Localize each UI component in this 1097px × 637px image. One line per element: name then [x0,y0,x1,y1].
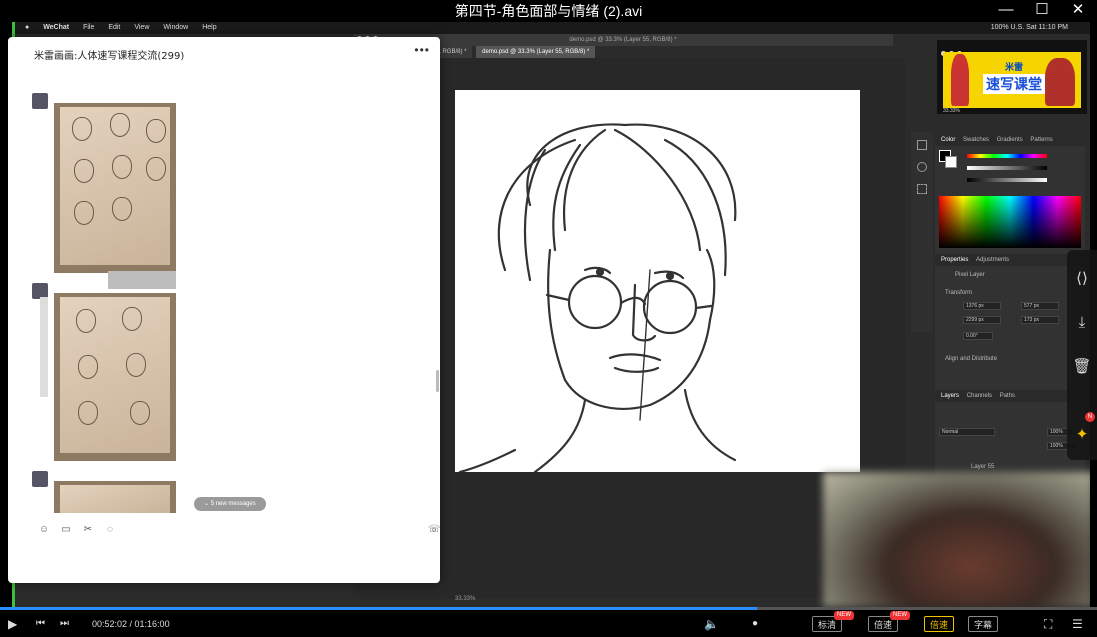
chevron-down-icon: ⌄ [204,501,211,507]
scroll-strip [40,297,48,397]
maximize-button[interactable]: ☐ [1024,0,1060,22]
thumb-title: 米雷 [1004,63,1023,73]
close-button[interactable]: ✕ [1060,0,1096,22]
floating-sidebar: ⟨⟩ ⤓ 🗑 ✦ N [1067,250,1097,460]
color-panel-tabs: Color Swatches Gradients Patterns [935,134,1085,146]
blend-mode-select[interactable]: Normal [939,428,995,436]
thumb-figure-right [1045,58,1075,106]
menubar-item-edit: Edit [108,24,121,31]
player-controls: ▶ ⏮ ⏭ 00:52:02 / 01:16:00 🔈 ● 标清 NEW 倍速 … [0,610,1097,637]
emoji-icon[interactable]: ☺ [38,524,50,536]
tab-gradients[interactable]: Gradients [997,137,1023,143]
avatar[interactable] [32,471,48,487]
trash-icon[interactable]: 🗑 [1067,352,1097,382]
folder-icon[interactable]: ▭ [60,524,72,536]
ps-tab-demo[interactable]: demo.psd @ 33.3% (Layer 55, RGB/8) * [476,46,596,58]
screen: 第四节-角色面部与情绪 (2).avi — ☐ ✕ ● WeChat File … [0,0,1097,637]
ps-zoom-status: 33.33% [455,596,476,602]
download-icon[interactable]: ⤓ [1067,308,1097,338]
menubar-item-window: Window [163,24,189,31]
phone-icon[interactable]: ☏ [428,524,441,536]
menubar-status: 100% U.S. Sat 11:10 PM [990,24,1068,31]
thumb-subtitle: 速写课堂 [983,74,1045,94]
tab-color[interactable]: Color [941,137,955,143]
volume-icon[interactable]: 🔈 [704,616,719,632]
pin-icon[interactable]: ✦ [1067,420,1097,450]
new-badge: NEW [834,611,854,620]
properties-panel-tabs: Properties Adjustments [935,254,1085,266]
tab-layers[interactable]: Layers [941,393,959,399]
chat-image[interactable] [54,103,176,273]
time-display: 00:52:02 / 01:16:00 [92,619,170,629]
mac-menubar: ● WeChat File Edit View Window Help 100%… [15,22,1090,34]
new-badge: NEW [890,611,910,620]
transform-label: Transform [945,290,973,296]
angle-field[interactable]: 0.00° [963,332,993,340]
next-icon[interactable]: ⏭ [60,616,69,632]
speed-button-2[interactable]: 倍速 [924,616,955,632]
tab-swatches[interactable]: Swatches [963,137,989,143]
avatar[interactable] [32,93,48,109]
apple-icon: ● [25,24,30,31]
thumb-figure-left [951,54,969,106]
menubar-item-help: Help [202,24,217,31]
y-field[interactable]: 173 px [1021,316,1059,324]
wechat-window: 米雷画画:人体速写课程交流(299) ••• ⌄ 5 new messages … [8,37,441,583]
minimize-button[interactable]: — [988,0,1024,22]
width-field[interactable]: 1376 px [963,302,1001,310]
more-options-button[interactable]: ••• [414,43,430,57]
new-messages-label: 5 new messages [210,501,256,507]
subtitle-button[interactable]: 字幕 [968,616,999,632]
chat-image[interactable] [54,293,176,461]
brush-tool-icon[interactable] [917,162,927,172]
chat-image[interactable] [54,481,176,513]
tab-adjustments[interactable]: Adjustments [976,257,1009,263]
chat-title: 米雷画画:人体速写课程交流(299) [34,51,185,62]
saturation-slider[interactable] [967,166,1047,170]
select-tool-icon[interactable] [917,184,927,194]
share-icon[interactable]: ⟨⟩ [1067,264,1097,294]
chat-scrollbar[interactable] [436,370,439,392]
ps-window-title: demo.psd @ 33.3% (Layer 55, RGB/8) * [569,37,677,43]
color-spectrum[interactable] [939,196,1081,248]
tab-patterns[interactable]: Patterns [1030,137,1052,143]
fullscreen-icon[interactable]: ⛶ [1044,616,1052,632]
new-messages-pill[interactable]: ⌄ 5 new messages [194,497,266,511]
height-field[interactable]: 2299 px [963,316,1001,324]
pixel-layer-label: Pixel Layer [955,272,985,278]
playlist-icon[interactable]: ☰ [1072,616,1083,632]
background-color-swatch[interactable] [945,156,957,168]
move-tool-icon[interactable] [917,140,927,150]
x-field[interactable]: 577 px [1021,302,1059,310]
layers-panel-tabs: Layers Channels Paths [935,390,1085,402]
player-title: 第四节-角色面部与情绪 (2).avi [0,0,1097,22]
ps-canvas[interactable] [455,90,860,474]
brightness-slider[interactable] [967,178,1047,182]
hue-slider[interactable] [967,154,1047,158]
webcam-overlay [823,472,1090,607]
scissors-icon[interactable]: ✂ [82,524,94,536]
menubar-item-wechat: WeChat [43,24,70,31]
redacted-block [108,271,176,289]
layer-name[interactable]: Layer 55 [971,464,994,470]
ps-panels: Color Swatches Gradients Patterns Proper… [935,134,1085,484]
thumb-zoom: 33.33% [943,108,960,114]
chat-bubble-icon[interactable]: ◌ [104,524,116,536]
volume-handle[interactable]: ● [752,616,758,632]
play-icon[interactable]: ▶ [8,616,17,632]
ps-toolbar [911,132,933,332]
sketch-portrait [458,123,737,474]
thumb-banner: 米雷 速写课堂 [943,52,1081,108]
tab-properties[interactable]: Properties [941,257,968,263]
menubar-item-file: File [83,24,95,31]
tab-channels[interactable]: Channels [967,393,992,399]
reference-video-thumb: 米雷 速写课堂 33.33% [937,40,1087,114]
notification-badge: N [1085,412,1095,422]
previous-icon[interactable]: ⏮ [36,616,45,632]
menubar-item-view: View [134,24,150,31]
align-label: Align and Distribute [945,356,998,362]
tab-paths[interactable]: Paths [1000,393,1015,399]
